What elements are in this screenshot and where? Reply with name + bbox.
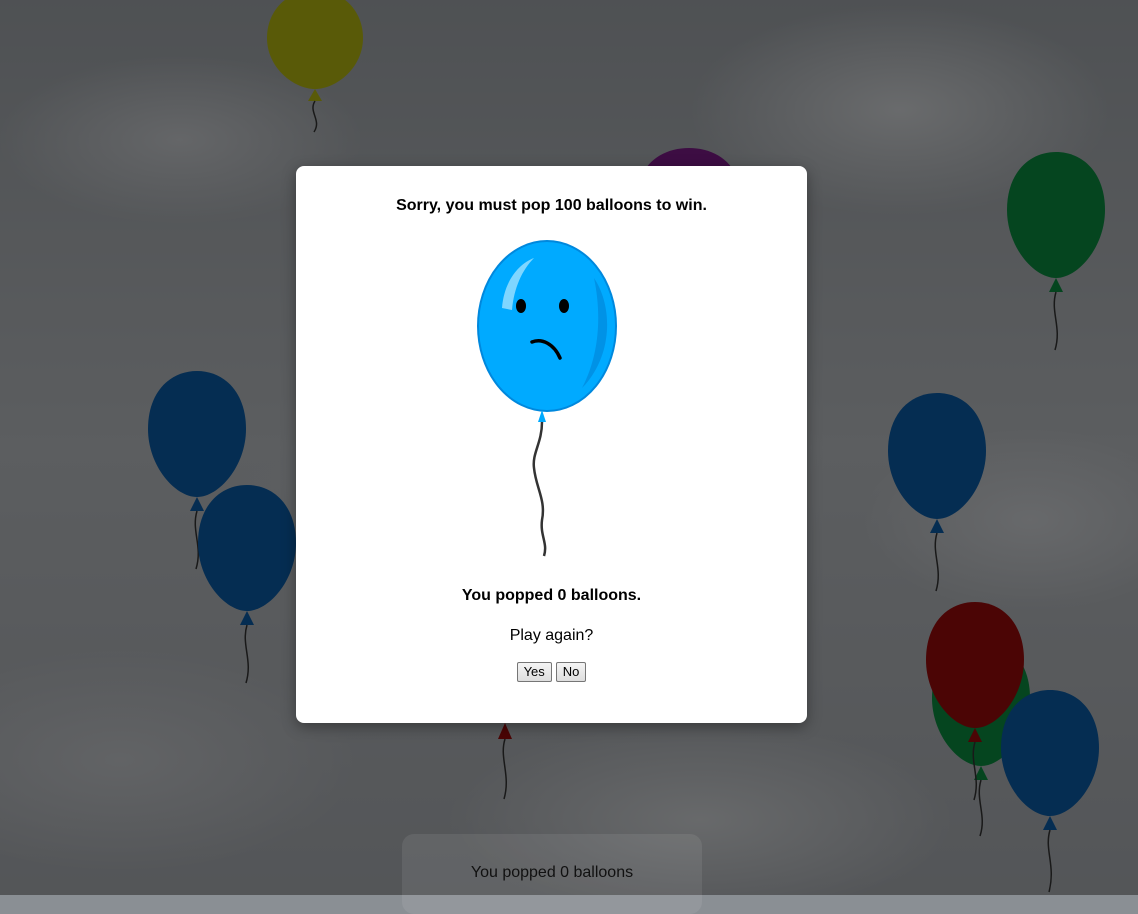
play-again-prompt: Play again? [509,627,594,644]
game-over-dialog: Sorry, you must pop 100 balloons to win.… [296,166,807,723]
no-button[interactable]: No [555,662,587,682]
sad-balloon-icon [477,240,617,557]
result-message: You popped 0 balloons. [461,587,642,604]
dialog-title: Sorry, you must pop 100 balloons to win. [396,197,707,214]
score-counter: You popped 0 balloons [470,864,634,881]
dialog-buttons: Yes No [296,662,807,682]
yes-button[interactable]: Yes [516,662,552,682]
